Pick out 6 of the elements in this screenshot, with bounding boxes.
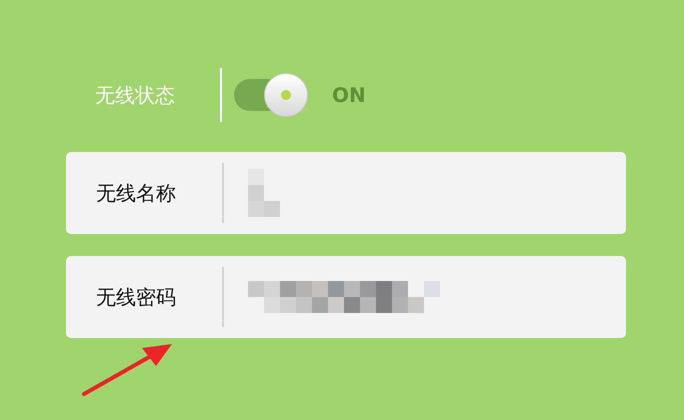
toggle-switch[interactable] [234, 73, 308, 117]
field-label: 无线名称 [96, 180, 177, 207]
pixelated-text-drawing [248, 169, 280, 217]
wireless-status-label: 无线状态 [95, 82, 176, 109]
field-label: 无线密码 [96, 284, 177, 311]
status-text: ON [332, 82, 366, 109]
